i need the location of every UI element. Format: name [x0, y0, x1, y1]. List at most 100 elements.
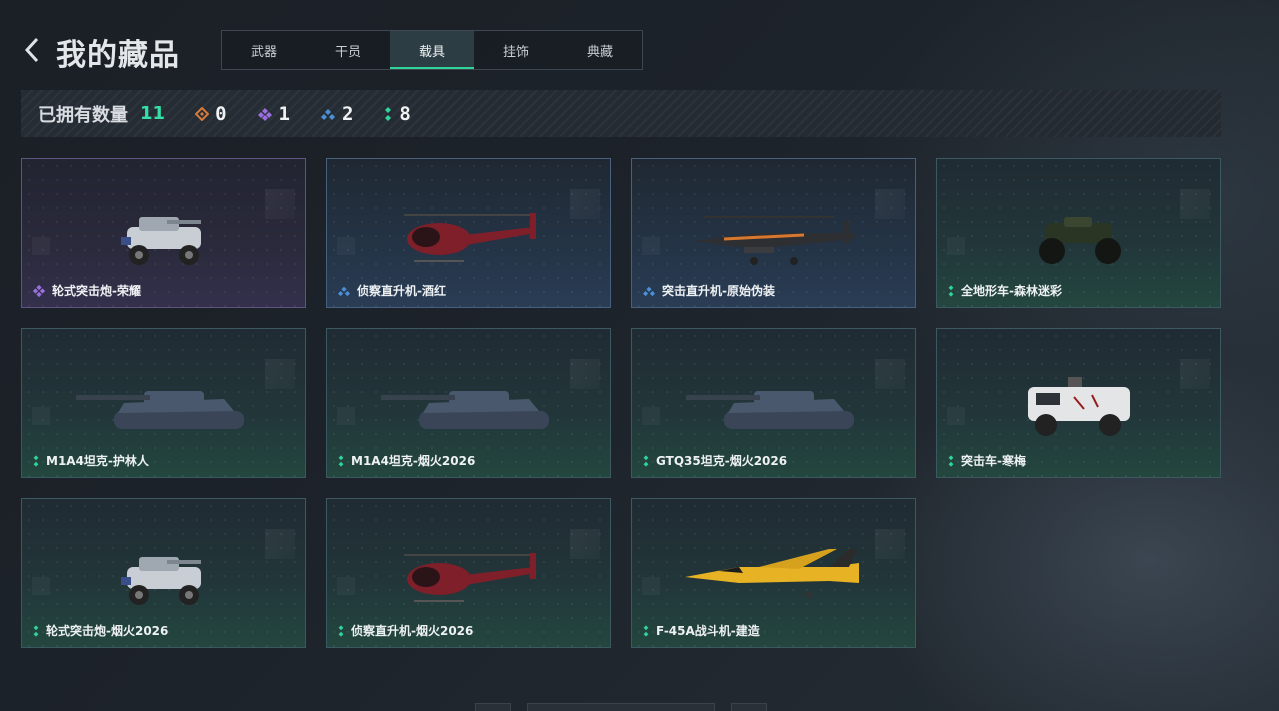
decor-square [875, 529, 905, 559]
page-indicator [527, 703, 715, 711]
owned-count-bar: 已拥有数量 11 0 1 2 8 [21, 90, 1221, 137]
vehicle-card[interactable]: F-45A战斗机-建造 [631, 498, 916, 648]
decor-square [875, 189, 905, 219]
vehicle-name-label: 轮式突击炮-烟火2026 [46, 624, 169, 638]
owned-count-label: 已拥有数量 [38, 104, 128, 126]
green-diamond-icon [385, 106, 392, 121]
stat-blue: 2 [320, 103, 353, 125]
decor-square [947, 237, 965, 255]
decor-square [32, 577, 50, 595]
vehicle-card[interactable]: 轮式突击炮-荣耀 [21, 158, 306, 308]
green-rarity-icon [32, 454, 40, 468]
vehicle-image [679, 543, 869, 617]
vehicle-name: 突击直升机-原始伪装 [642, 282, 775, 299]
decor-square [642, 407, 660, 425]
vehicle-name-label: 全地形车-森林迷彩 [961, 284, 1062, 298]
decor-square [32, 407, 50, 425]
vehicle-name-label: F-45A战斗机-建造 [656, 624, 760, 638]
decor-square [337, 237, 355, 255]
vehicle-image [109, 543, 219, 617]
tab-vehicles[interactable]: 载具 [390, 31, 474, 69]
green-rarity-icon [337, 454, 345, 468]
decor-square [642, 577, 660, 595]
decor-square [265, 359, 295, 389]
vehicle-name-label: GTQ35坦克-烟火2026 [656, 454, 788, 468]
vehicle-card[interactable]: 侦察直升机-烟火2026 [326, 498, 611, 648]
tab-operators[interactable]: 干员 [306, 31, 390, 69]
blue-rarity-icon [337, 285, 351, 297]
purple-diamond-icon [257, 107, 272, 121]
vehicle-name: 轮式突击炮-烟火2026 [32, 622, 168, 639]
stat-orange: 0 [195, 102, 227, 125]
vehicle-image [384, 203, 554, 277]
vehicle-name-label: M1A4坦克-护林人 [46, 454, 149, 468]
vehicle-card[interactable]: M1A4坦克-护林人 [21, 328, 306, 478]
decor-square [337, 577, 355, 595]
vehicle-card[interactable]: 轮式突击炮-烟火2026 [21, 498, 306, 648]
tab-charms[interactable]: 挂饰 [474, 31, 558, 69]
vehicle-name: 突击车-寒梅 [947, 452, 1026, 469]
orange-diamond-icon [195, 106, 210, 121]
decor-square [642, 237, 660, 255]
vehicle-name-label: 轮式突击炮-荣耀 [52, 284, 141, 298]
vehicle-name-label: 侦察直升机-烟火2026 [351, 624, 474, 638]
vehicle-card[interactable]: 突击车-寒梅 [936, 328, 1221, 478]
vehicle-card[interactable]: 突击直升机-原始伪装 [631, 158, 916, 308]
vehicle-name: M1A4坦克-烟火2026 [337, 452, 475, 469]
decor-square [337, 407, 355, 425]
stat-orange-count: 0 [215, 102, 227, 125]
chevron-left-icon [24, 37, 39, 63]
green-rarity-icon [642, 624, 650, 638]
vehicle-name: 侦察直升机-烟火2026 [337, 622, 473, 639]
decor-square [265, 529, 295, 559]
stat-green: 8 [383, 102, 411, 125]
vehicle-name: F-45A战斗机-建造 [642, 622, 760, 639]
decor-square [947, 407, 965, 425]
decor-square [875, 359, 905, 389]
decor-square [1180, 359, 1210, 389]
green-rarity-icon [947, 284, 955, 298]
vehicle-card[interactable]: GTQ35坦克-烟火2026 [631, 328, 916, 478]
stat-purple-count: 1 [278, 102, 290, 125]
vehicle-name-label: 侦察直升机-酒红 [357, 284, 446, 298]
category-tabs: 武器 干员 载具 挂饰 典藏 [221, 30, 643, 70]
vehicle-name-label: 突击车-寒梅 [961, 454, 1026, 468]
decor-square [32, 237, 50, 255]
purple-rarity-icon [32, 284, 46, 298]
decor-square [570, 359, 600, 389]
decor-square [1180, 189, 1210, 219]
vehicle-image [379, 373, 559, 447]
decor-square [570, 189, 600, 219]
vehicle-name: 轮式突击炮-荣耀 [32, 282, 141, 299]
decor-square [265, 189, 295, 219]
vehicle-name-label: M1A4坦克-烟火2026 [351, 454, 476, 468]
green-rarity-icon [642, 454, 650, 468]
vehicle-name-label: 突击直升机-原始伪装 [662, 284, 775, 298]
back-button[interactable] [22, 36, 44, 64]
stat-blue-count: 2 [341, 102, 354, 125]
vehicle-card[interactable]: M1A4坦克-烟火2026 [326, 328, 611, 478]
decor-square [570, 529, 600, 559]
vehicle-card[interactable]: 全地形车-森林迷彩 [936, 158, 1221, 308]
tab-weapons[interactable]: 武器 [222, 31, 306, 69]
green-rarity-icon [32, 624, 40, 638]
blue-rarity-icon [642, 285, 656, 297]
vehicle-name: 全地形车-森林迷彩 [947, 282, 1062, 299]
stat-green-count: 8 [399, 102, 411, 125]
vehicle-card[interactable]: 侦察直升机-酒红 [326, 158, 611, 308]
vehicle-image [109, 203, 219, 277]
vehicle-image [1014, 373, 1144, 447]
vehicle-image [384, 543, 554, 617]
vehicle-name: 侦察直升机-酒红 [337, 282, 446, 299]
vehicle-image [684, 373, 864, 447]
owned-count-total: 11 [140, 103, 166, 124]
vehicle-image [1024, 203, 1134, 277]
prev-page-button[interactable] [475, 703, 511, 711]
green-rarity-icon [947, 454, 955, 468]
tab-collection[interactable]: 典藏 [558, 31, 642, 69]
vehicle-image [684, 203, 864, 277]
blue-diamond-icon [320, 108, 335, 120]
vehicle-name: M1A4坦克-护林人 [32, 452, 149, 469]
vehicle-image [74, 373, 254, 447]
next-page-button[interactable] [731, 703, 767, 711]
